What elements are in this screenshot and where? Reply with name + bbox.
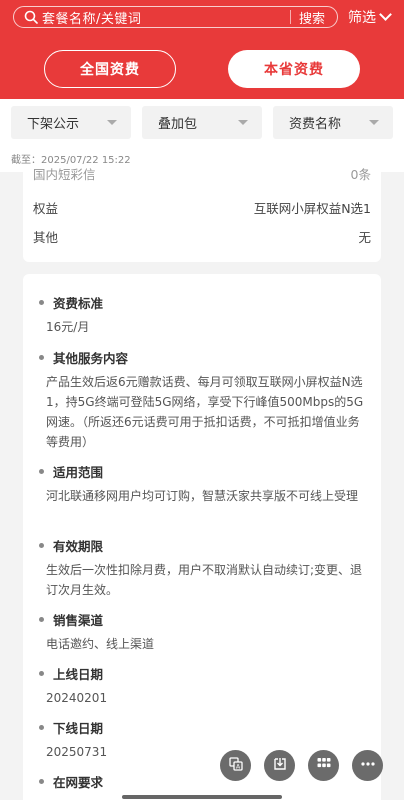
dropdown-package-type[interactable]: 叠加包 [142, 106, 262, 139]
section-validity: 有效期限 生效后一次性扣除月费，用户不取消默认自动续订;变更、退订次月生效。 [39, 537, 369, 600]
section-title-text: 销售渠道 [53, 612, 104, 628]
bullet-dot [39, 542, 44, 548]
dropdown-tariff-name[interactable]: 资费名称 [273, 106, 393, 139]
section-scope: 适用范围 河北联通移网用户均可订购，智慧沃家共享版不可线上受理 [39, 463, 369, 506]
kv-key: 权益 [33, 201, 59, 216]
kv-row-partial: 国内短彩信 0条 [33, 164, 371, 183]
section-body: 20240201 [46, 691, 108, 705]
header: 套餐名称/关键词 搜索 筛选 全国资费 本省资费 [0, 0, 404, 99]
bullet-dot [39, 299, 44, 305]
grid-icon [316, 756, 332, 776]
apps-button[interactable] [308, 750, 339, 781]
section-body: 生效后一次性扣除月费，用户不取消默认自动续订;变更、退订次月生效。 [46, 563, 363, 597]
save-button[interactable] [264, 750, 295, 781]
section-title: 上线日期 [39, 665, 369, 682]
download-icon [272, 756, 288, 776]
kv-row-other: 其他 无 [33, 227, 371, 246]
kv-value: 无 [358, 230, 371, 245]
section-title-text: 在网要求 [53, 774, 104, 790]
home-indicator[interactable] [122, 795, 282, 799]
translate-icon: A [228, 756, 244, 776]
search-bar[interactable]: 套餐名称/关键词 搜索 [13, 6, 338, 28]
section-other-services: 其他服务内容 产品生效后返6元赠款话费、每月可领取互联网小屏权益N选1，持5G终… [39, 349, 369, 452]
more-button[interactable] [352, 750, 383, 781]
section-title: 资费标准 [39, 294, 369, 311]
kv-key: 国内短彩信 [33, 167, 96, 182]
bullet-dot [39, 670, 44, 676]
dropdown-label: 资费名称 [289, 117, 342, 132]
kv-value: 0条 [350, 167, 371, 182]
section-title: 有效期限 [39, 537, 369, 554]
section-title: 适用范围 [39, 463, 369, 480]
bullet-dot [39, 468, 44, 474]
bullet-dot [39, 616, 44, 622]
section-body: 产品生效后返6元赠款话费、每月可领取互联网小屏权益N选1，持5G终端可登陆5G网… [46, 375, 364, 449]
section-title-text: 有效期限 [53, 538, 104, 554]
search-button[interactable]: 搜索 [299, 8, 325, 27]
caret-down-icon [369, 120, 379, 125]
bullet-dot [39, 354, 44, 360]
filter-button[interactable]: 筛选 [348, 6, 392, 28]
section-title-text: 其他服务内容 [53, 350, 129, 366]
chevron-down-icon [379, 8, 392, 21]
kv-key: 其他 [33, 230, 59, 245]
caret-down-icon [238, 120, 248, 125]
section-title-text: 适用范围 [53, 464, 104, 480]
section-title: 销售渠道 [39, 611, 369, 628]
search-divider [289, 10, 291, 24]
section-tariff-standard: 资费标准 16元/月 [39, 294, 369, 337]
more-icon [360, 756, 376, 776]
dropdown-label: 下架公示 [27, 117, 80, 132]
kv-row-benefits: 权益 互联网小屏权益N选1 [33, 198, 371, 217]
section-title-text: 上线日期 [53, 666, 104, 682]
section-body: 电话邀约、线上渠道 [46, 637, 155, 651]
section-body: 16元/月 [46, 320, 90, 334]
search-input[interactable]: 套餐名称/关键词 [42, 8, 290, 27]
dropdown-label: 叠加包 [158, 117, 198, 132]
section-title: 其他服务内容 [39, 349, 369, 366]
caret-down-icon [107, 120, 117, 125]
section-sales-channel: 销售渠道 电话邀约、线上渠道 [39, 611, 369, 654]
search-icon [20, 7, 42, 27]
dropdown-bar: 下架公示 叠加包 资费名称 截至：2025/07/22 15:22 [0, 99, 404, 172]
kv-value: 互联网小屏权益N选1 [253, 201, 371, 216]
filter-label: 筛选 [348, 10, 376, 26]
section-title: 下线日期 [39, 719, 369, 736]
tab-national-tariff[interactable]: 全国资费 [44, 50, 176, 88]
tariff-detail-card: 资费标准 16元/月 其他服务内容 产品生效后返6元赠款话费、每月可领取互联网小… [23, 274, 381, 800]
dropdown-status[interactable]: 下架公示 [11, 106, 131, 139]
section-title-text: 下线日期 [53, 720, 104, 736]
bullet-dot [39, 724, 44, 730]
section-body: 河北联通移网用户均可订购，智慧沃家共享版不可线上受理 [46, 489, 359, 503]
tab-provincial-tariff[interactable]: 本省资费 [228, 50, 360, 88]
section-launch-date: 上线日期 20240201 [39, 665, 369, 708]
section-title-text: 资费标准 [53, 295, 104, 311]
bullet-dot [39, 778, 44, 784]
tariff-detail-card-top: 国内短彩信 0条 权益 互联网小屏权益N选1 其他 无 [23, 167, 381, 262]
translate-button[interactable]: A [220, 750, 251, 781]
